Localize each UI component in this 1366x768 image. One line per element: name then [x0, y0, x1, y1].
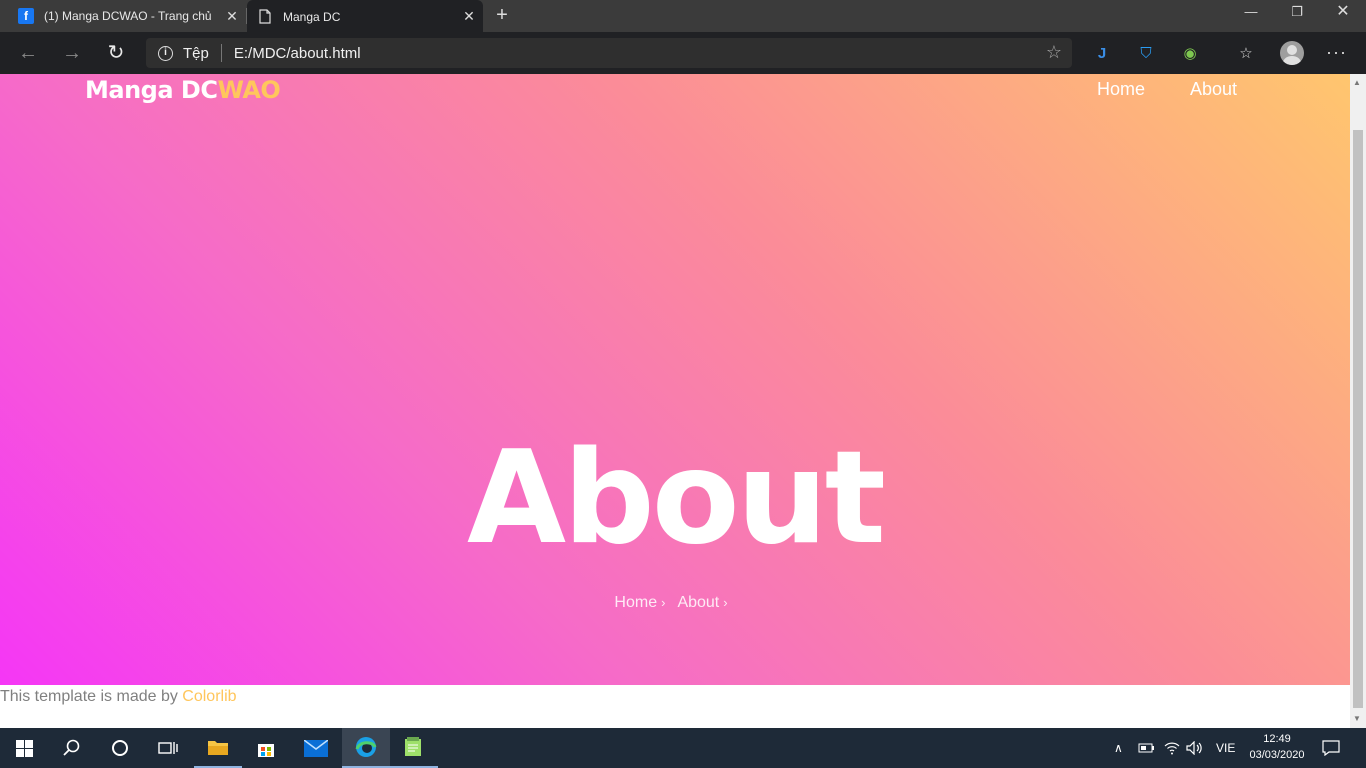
close-window-button[interactable]: ✕	[1320, 0, 1366, 30]
back-button[interactable]: ←	[14, 40, 42, 68]
address-url[interactable]: E:/MDC/about.html	[234, 45, 361, 62]
task-view-icon[interactable]	[144, 728, 192, 768]
scroll-down-icon[interactable]: ▼	[1353, 714, 1361, 723]
nav-about-link[interactable]: About	[1190, 79, 1237, 100]
scroll-thumb[interactable]	[1353, 130, 1363, 708]
cortana-icon[interactable]	[96, 728, 144, 768]
restore-button[interactable]: ❐	[1274, 0, 1320, 30]
volume-icon[interactable]	[1186, 728, 1204, 768]
profile-avatar[interactable]	[1280, 41, 1304, 65]
hero-section: Manga DCWAO Home About About Home › About ›	[0, 74, 1350, 685]
page-scrollbar[interactable]: ▲ ▼	[1350, 74, 1366, 728]
store-icon[interactable]	[242, 728, 290, 768]
address-divider	[220, 44, 222, 62]
tab-title: (1) Manga DCWAO - Trang chủ	[44, 9, 212, 23]
forward-button[interactable]: →	[58, 40, 86, 68]
chevron-right-icon: ›	[661, 595, 666, 610]
tab-manga-dc[interactable]: Manga DC ✕	[247, 0, 483, 33]
address-scheme-label: Tệp	[183, 44, 209, 62]
favorites-list-icon[interactable]: ☆	[1234, 42, 1258, 66]
close-tab-icon[interactable]: ✕	[455, 8, 483, 25]
close-tab-icon[interactable]: ✕	[218, 8, 246, 25]
tab-facebook[interactable]: f (1) Manga DCWAO - Trang chủ ✕	[0, 0, 246, 32]
scroll-up-icon[interactable]: ▲	[1353, 78, 1361, 87]
colorlib-link[interactable]: Colorlib	[182, 688, 236, 705]
nav-home-link[interactable]: Home	[1097, 79, 1145, 100]
breadcrumb-home[interactable]: Home	[614, 594, 657, 611]
page-icon	[257, 9, 273, 25]
brand-main: Manga DC	[85, 76, 218, 104]
tab-title: Manga DC	[283, 9, 341, 24]
search-icon[interactable]	[48, 728, 96, 768]
file-explorer-icon[interactable]	[194, 728, 242, 768]
wifi-icon[interactable]	[1164, 728, 1180, 768]
browser-toolbar: ← → ↻ i Tệp E:/MDC/about.html ☆ J ⛉ ◉ ☆ …	[0, 32, 1366, 74]
minimize-button[interactable]: —	[1228, 0, 1274, 30]
breadcrumb-about: About	[677, 594, 720, 611]
more-menu-icon[interactable]: ···	[1326, 42, 1347, 63]
facebook-icon: f	[18, 8, 34, 24]
site-logo[interactable]: Manga DCWAO	[85, 76, 281, 104]
clock-date: 03/03/2020	[1249, 749, 1305, 761]
language-indicator[interactable]: VIE	[1216, 728, 1235, 768]
breadcrumb: Home › About ›	[0, 594, 1350, 612]
page-title: About	[467, 424, 886, 573]
info-icon[interactable]: i	[158, 45, 173, 61]
notification-icon[interactable]	[1322, 728, 1340, 768]
address-bar[interactable]: i Tệp E:/MDC/about.html ☆	[146, 38, 1072, 68]
new-tab-button[interactable]: +	[490, 4, 514, 28]
mail-icon[interactable]	[292, 728, 340, 768]
chevron-right-icon: ›	[723, 595, 728, 610]
brand-accent: WAO	[217, 76, 281, 104]
tray-chevron-up-icon[interactable]: ∧	[1114, 728, 1123, 768]
clock-time: 12:49	[1263, 733, 1291, 745]
footer-credit: This template is made by Colorlib	[0, 688, 237, 706]
notepad-plus-icon[interactable]	[390, 728, 438, 768]
footer-text: This template is made by	[0, 688, 183, 705]
page-viewport: Manga DCWAO Home About About Home › About ›…	[0, 74, 1350, 728]
extension-j-icon[interactable]: J	[1090, 42, 1114, 66]
taskbar: ∧ VIE 12:49 03/03/2020	[0, 728, 1366, 768]
windows-start-icon[interactable]	[0, 728, 48, 768]
system-clock[interactable]: 12:49 03/03/2020	[1242, 731, 1312, 763]
battery-icon[interactable]	[1138, 728, 1156, 768]
shield-extension-icon[interactable]: ⛉	[1134, 42, 1158, 66]
tab-strip: f (1) Manga DCWAO - Trang chủ ✕ Manga DC…	[0, 0, 1366, 33]
refresh-button[interactable]: ↻	[102, 40, 130, 68]
extension-globe-icon[interactable]: ◉	[1178, 42, 1202, 66]
edge-browser-icon[interactable]	[342, 728, 390, 768]
favorite-star-icon[interactable]: ☆	[1046, 42, 1062, 63]
